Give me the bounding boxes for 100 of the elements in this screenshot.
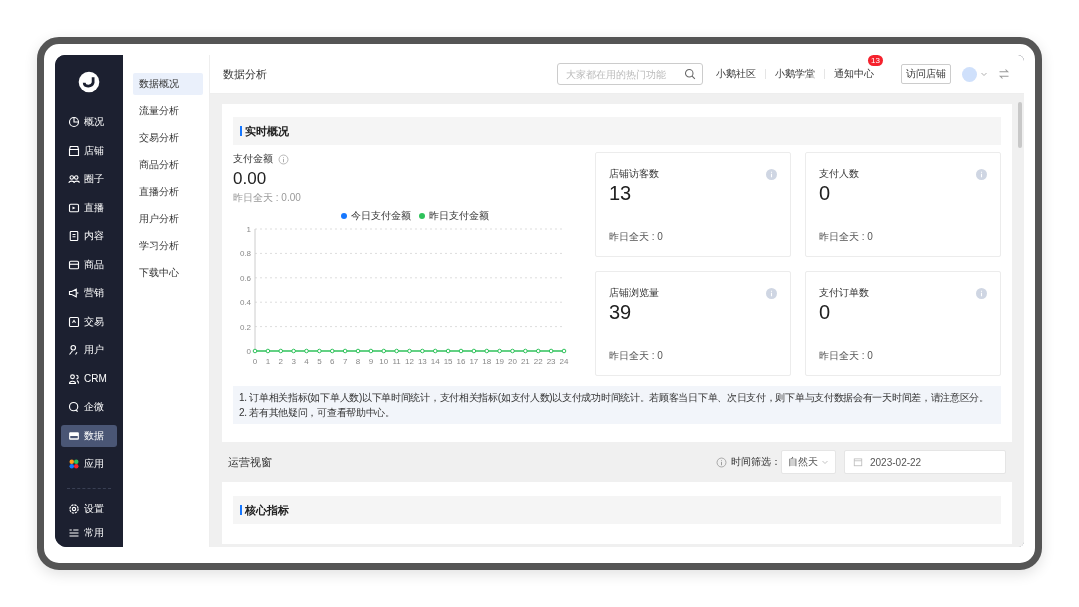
section-title: 实时概况 <box>245 123 289 139</box>
apps-icon <box>68 458 80 470</box>
info-icon <box>716 456 727 468</box>
submenu-item[interactable]: 用户分析 <box>133 208 203 230</box>
metric-value: 0.00 <box>233 169 268 189</box>
submenu-item[interactable]: 学习分析 <box>133 235 203 257</box>
axis-label: 12 <box>405 357 414 365</box>
axis-label: 21 <box>520 357 530 365</box>
sidebar-item[interactable]: 概况 <box>61 111 117 133</box>
search-icon <box>684 68 696 80</box>
settings-icon <box>68 502 80 515</box>
sidebar-item[interactable]: 用户 <box>61 339 117 361</box>
axis-label: 11 <box>392 357 401 365</box>
axis-label: 1 <box>265 357 271 365</box>
metric-comparison: 昨日全天 : 0.00 <box>233 191 302 205</box>
metric-label: 支付金额 <box>233 152 273 166</box>
sidebar-item[interactable]: 营销 <box>61 282 117 304</box>
metric-label: 店铺访客数 <box>609 167 659 181</box>
info-icon <box>766 168 777 180</box>
metric-comparison: 昨日全天 : 0 <box>609 349 664 363</box>
section-title: 运营视窗 <box>228 454 272 470</box>
section-title: 核心指标 <box>245 502 289 518</box>
axis-label: 7 <box>342 357 348 365</box>
axis-label: 0 <box>246 347 251 356</box>
sidebar-item[interactable]: 直播 <box>61 196 117 219</box>
axis-label: 18 <box>482 357 492 365</box>
user-icon <box>68 344 80 356</box>
sidebar-item[interactable]: 设置 <box>61 497 117 520</box>
info-icon <box>976 287 987 299</box>
video-icon <box>68 201 80 214</box>
megaphone-icon <box>68 287 80 299</box>
submenu-item[interactable]: 交易分析 <box>133 127 203 149</box>
metric-value: 0 <box>819 301 832 324</box>
period-select[interactable]: 自然天 <box>781 450 836 474</box>
axis-label: 5 <box>317 357 322 365</box>
legend-label: 今日支付金额 <box>350 209 411 223</box>
list-icon <box>68 527 80 539</box>
submenu-item[interactable]: 下载中心 <box>133 262 203 284</box>
metric-label: 支付订单数 <box>819 286 869 300</box>
metric-comparison: 昨日全天 : 0 <box>819 230 874 244</box>
axis-label: 0.2 <box>239 322 251 332</box>
metric-comparison: 昨日全天 : 0 <box>819 349 874 363</box>
metric-value: 39 <box>609 301 633 324</box>
notice-text: 1. 订单相关指标(如下单人数)以下单时间统计，支付相关指标(如支付人数)以支付成功时间统计。若顾客当日下单、次日支付，则下单与支付数据会有一天时间差，请注意区分。 <box>239 391 990 405</box>
pie-chart-icon <box>68 116 80 128</box>
notification-badge: 13 <box>868 55 883 66</box>
page-title: 数据分析 <box>223 66 267 82</box>
info-icon <box>766 287 777 299</box>
receipt-icon <box>68 315 80 328</box>
avatar[interactable] <box>962 66 977 82</box>
submenu-item[interactable]: 直播分析 <box>133 181 203 203</box>
axis-label: 1 <box>246 225 251 234</box>
sidebar-item[interactable]: 数据 <box>61 424 117 447</box>
sidebar-item[interactable]: 应用 <box>61 453 117 475</box>
header-link[interactable]: 小鹅学堂 <box>772 67 818 81</box>
swap-icon <box>998 68 1010 80</box>
store-icon <box>68 144 80 157</box>
axis-label: 10 <box>379 357 389 365</box>
axis-label: 0.8 <box>239 249 251 259</box>
axis-label: 13 <box>417 357 427 365</box>
axis-label: 0.4 <box>239 298 251 308</box>
date-field[interactable]: 2023-02-22 <box>844 450 1006 474</box>
info-icon <box>976 168 987 180</box>
visit-store-button[interactable]: 访问店铺 <box>901 64 951 84</box>
submenu-item[interactable]: 商品分析 <box>133 154 203 176</box>
axis-label: 9 <box>368 357 374 365</box>
axis-label: 14 <box>430 357 440 365</box>
people-icon <box>68 173 80 185</box>
sidebar-item[interactable]: 交易 <box>61 310 117 333</box>
sidebar-item[interactable]: 常用 <box>61 522 117 544</box>
axis-label: 4 <box>304 357 309 365</box>
submenu-item[interactable]: 数据概况 <box>133 73 203 95</box>
document-icon <box>68 230 80 242</box>
sidebar-item[interactable]: 店铺 <box>61 139 117 162</box>
legend-label: 昨日支付金额 <box>428 209 489 223</box>
logo-icon <box>78 71 100 93</box>
metric-label: 支付人数 <box>819 167 859 181</box>
axis-label: 15 <box>443 357 453 365</box>
metric-comparison: 昨日全天 : 0 <box>609 230 664 244</box>
caret-icon <box>980 70 988 78</box>
sidebar-item[interactable]: 圈子 <box>61 168 117 190</box>
sidebar-item[interactable]: 商品 <box>61 253 117 276</box>
axis-label: 0 <box>252 357 258 365</box>
box-icon <box>68 258 80 271</box>
axis-label: 0.6 <box>239 273 251 283</box>
chat-icon <box>68 401 80 413</box>
axis-label: 22 <box>533 357 543 365</box>
info-icon <box>278 153 289 165</box>
sidebar-item[interactable]: 企微 <box>61 396 117 418</box>
scrollbar[interactable] <box>1018 102 1022 148</box>
users-icon <box>68 372 80 385</box>
header-link[interactable]: 小鹅社区 <box>713 67 759 81</box>
metric-value: 0 <box>819 182 832 205</box>
axis-label: 6 <box>330 357 335 365</box>
axis-label: 8 <box>355 357 361 365</box>
sidebar-item[interactable]: 内容 <box>61 225 117 247</box>
axis-label: 17 <box>469 357 479 365</box>
submenu-item[interactable]: 流量分析 <box>133 100 203 122</box>
metric-value: 13 <box>609 182 633 205</box>
sidebar-item[interactable]: CRM <box>61 367 117 390</box>
